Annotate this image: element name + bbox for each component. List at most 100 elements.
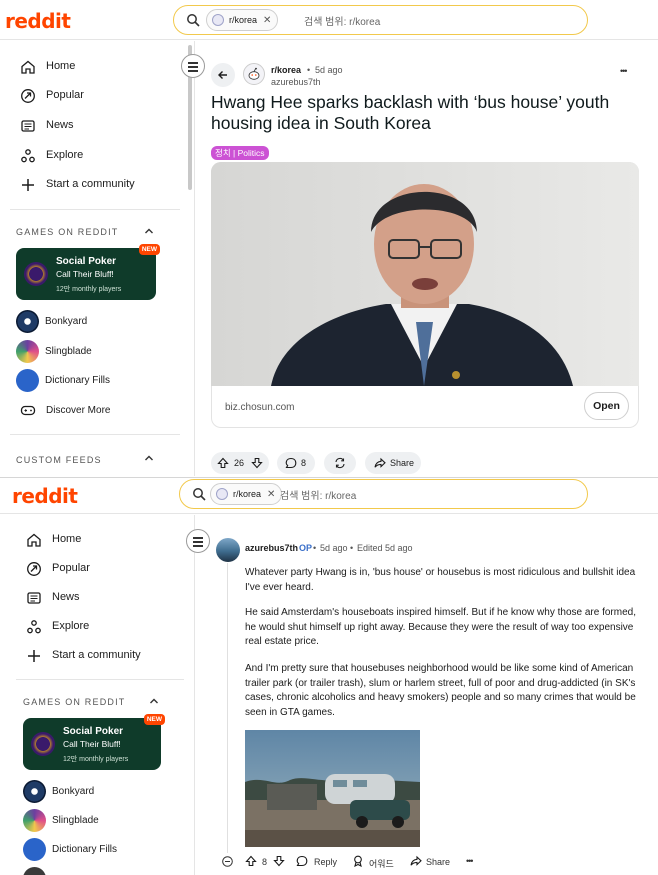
search-input[interactable]: 검색 범위: r/korea [304, 13, 380, 28]
featured-game-card[interactable]: Social Poker Call Their Bluff! 12만 month… [23, 714, 165, 770]
close-icon[interactable]: ✕ [267, 489, 275, 500]
menu-line [188, 70, 198, 72]
link-preview-bar[interactable]: biz.chosun.com Open [211, 386, 639, 428]
back-button[interactable] [211, 63, 235, 87]
news-icon [27, 592, 41, 604]
menu-line [188, 66, 198, 68]
comment-thread-line[interactable] [227, 563, 228, 853]
menu-line [188, 62, 198, 64]
home-icon [21, 60, 35, 74]
sidebar-item-explore[interactable]: Explore [26, 614, 216, 640]
open-link-button[interactable]: Open [584, 392, 629, 420]
more-options-icon[interactable]: ••• [466, 856, 474, 866]
chevron-up-icon[interactable] [144, 226, 154, 236]
games-section-title[interactable]: GAMES ON REDDIT [16, 227, 119, 237]
comment-image[interactable] [245, 730, 420, 847]
snoo-icon [248, 67, 260, 80]
subreddit-avatar[interactable] [243, 63, 265, 85]
sidebar-item-label: News [46, 119, 74, 131]
sidebar-item-popular[interactable]: Popular [20, 83, 210, 109]
post-author[interactable]: azurebus7th [271, 77, 321, 87]
post-flair[interactable]: 정치 | Politics [211, 146, 269, 160]
sidebar-item-label: Home [52, 533, 82, 545]
sidebar-item-start-community[interactable]: Start a community [20, 172, 210, 198]
sidebar-item-news[interactable]: News [26, 585, 216, 611]
sidebar-item-start-community[interactable]: Start a community [26, 643, 216, 669]
menu-line [193, 545, 203, 547]
menu-line [193, 537, 203, 539]
community-chip[interactable]: r/korea ✕ [210, 483, 283, 505]
share-button[interactable]: Share [365, 452, 421, 474]
featured-game-title: Social Poker [63, 726, 124, 737]
left-sidebar: Home Popular News Explore Start a commun… [0, 41, 195, 476]
upvote-icon[interactable] [245, 855, 257, 867]
close-icon[interactable]: ✕ [263, 15, 271, 26]
popular-icon [21, 89, 35, 103]
upvote-icon[interactable] [217, 457, 229, 469]
sidebar-divider [10, 209, 180, 210]
downvote-icon[interactable] [251, 457, 263, 469]
community-avatar-icon [216, 488, 228, 500]
sidebar-item-news[interactable]: News [20, 113, 210, 139]
sidebar-item-popular[interactable]: Popular [26, 556, 216, 582]
sidebar-toggle-button[interactable] [186, 529, 210, 553]
sidebar-item-label: Popular [52, 562, 90, 574]
meta-separator: • [307, 65, 311, 75]
dictionary-fills-icon [16, 369, 39, 392]
chevron-up-icon[interactable] [149, 696, 159, 706]
award-icon [354, 855, 362, 867]
link-domain[interactable]: biz.chosun.com [225, 402, 294, 413]
game-icon [23, 867, 46, 875]
comment-author[interactable]: azurebus7th [245, 543, 298, 553]
news-icon [21, 120, 35, 132]
search-icon [187, 14, 200, 27]
reddit-logo[interactable]: reddit [12, 484, 78, 508]
comment-paragraph: Whatever party Hwang is in, 'bus house' … [245, 567, 636, 593]
plus-icon [28, 650, 40, 662]
game-label: Dictionary Fills [45, 375, 111, 386]
crosspost-button[interactable] [324, 452, 356, 474]
top-header: reddit r/korea ✕ 검색 범위: r/korea [0, 0, 658, 40]
explore-icon [27, 620, 41, 634]
gamepad-icon [20, 405, 36, 416]
comments-button[interactable]: 8 [277, 452, 315, 474]
sidebar-item-label: Explore [52, 620, 90, 632]
downvote-icon[interactable] [273, 855, 285, 867]
game-label: Dictionary Fills [52, 844, 118, 855]
share-icon [374, 457, 386, 468]
user-avatar[interactable] [216, 538, 240, 562]
new-badge: NEW [143, 714, 165, 725]
share-label: Share [390, 458, 415, 468]
crosspost-icon [335, 457, 345, 469]
post-link-thumbnail[interactable] [211, 162, 639, 386]
search-input[interactable]: 검색 범위: r/korea [280, 487, 356, 502]
search-bar[interactable]: r/korea ✕ 검색 범위: r/korea [179, 479, 588, 509]
featured-game-players: 12만 monthly players [63, 756, 129, 763]
award-label: 어워드 [369, 859, 394, 869]
menu-line [193, 541, 203, 543]
community-chip[interactable]: r/korea ✕ [206, 9, 279, 31]
sidebar-item-label: Popular [46, 89, 84, 101]
sidebar-item-explore[interactable]: Explore [20, 143, 210, 169]
custom-feeds-title[interactable]: CUSTOM FEEDS [16, 455, 102, 465]
subreddit-name[interactable]: r/korea [271, 65, 301, 75]
games-section-title[interactable]: GAMES ON REDDIT [23, 697, 126, 707]
reddit-logo[interactable]: reddit [5, 9, 71, 33]
collapse-icon[interactable] [222, 856, 233, 867]
sidebar-item-label: Explore [46, 149, 84, 161]
slingblade-icon [23, 809, 46, 832]
home-icon [27, 533, 41, 547]
explore-icon [21, 149, 35, 163]
featured-game-card[interactable]: Social Poker Call Their Bluff! 12만 month… [16, 244, 160, 300]
social-poker-logo [31, 732, 55, 756]
community-chip-label: r/korea [233, 489, 262, 499]
vote-control: 26 [211, 452, 269, 474]
chevron-up-icon[interactable] [144, 453, 154, 463]
featured-game-players: 12만 monthly players [56, 286, 122, 293]
comment-icon [285, 457, 297, 469]
comment-time: 5d ago [320, 543, 348, 553]
more-options-icon[interactable]: ••• [620, 66, 628, 76]
sidebar-toggle-button[interactable] [181, 54, 205, 78]
comment-count: 8 [301, 458, 307, 468]
search-bar[interactable]: r/korea ✕ 검색 범위: r/korea [173, 5, 588, 35]
